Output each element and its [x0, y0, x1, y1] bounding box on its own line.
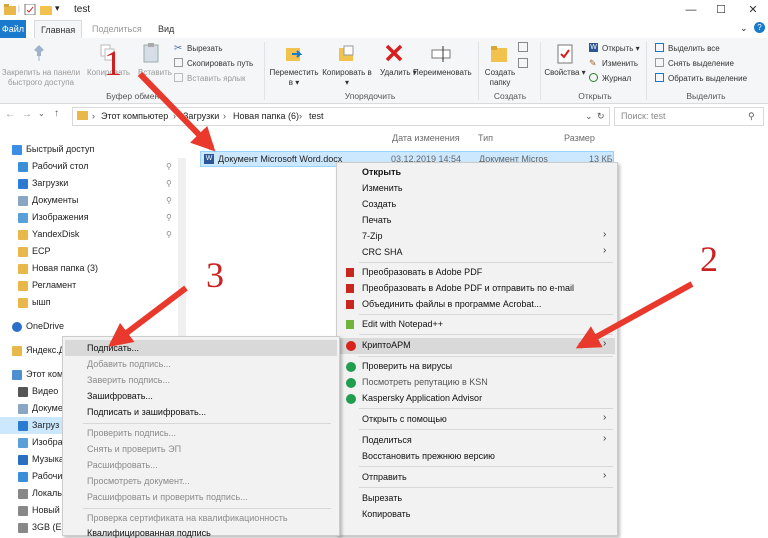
annotation-number-3: 3: [206, 255, 224, 295]
arrow-1: [137, 71, 216, 152]
annotation-number-2: 2: [700, 239, 718, 279]
arrow-2: [575, 281, 694, 349]
annotation-number-1: 1: [104, 43, 122, 83]
arrow-3: [108, 285, 188, 347]
